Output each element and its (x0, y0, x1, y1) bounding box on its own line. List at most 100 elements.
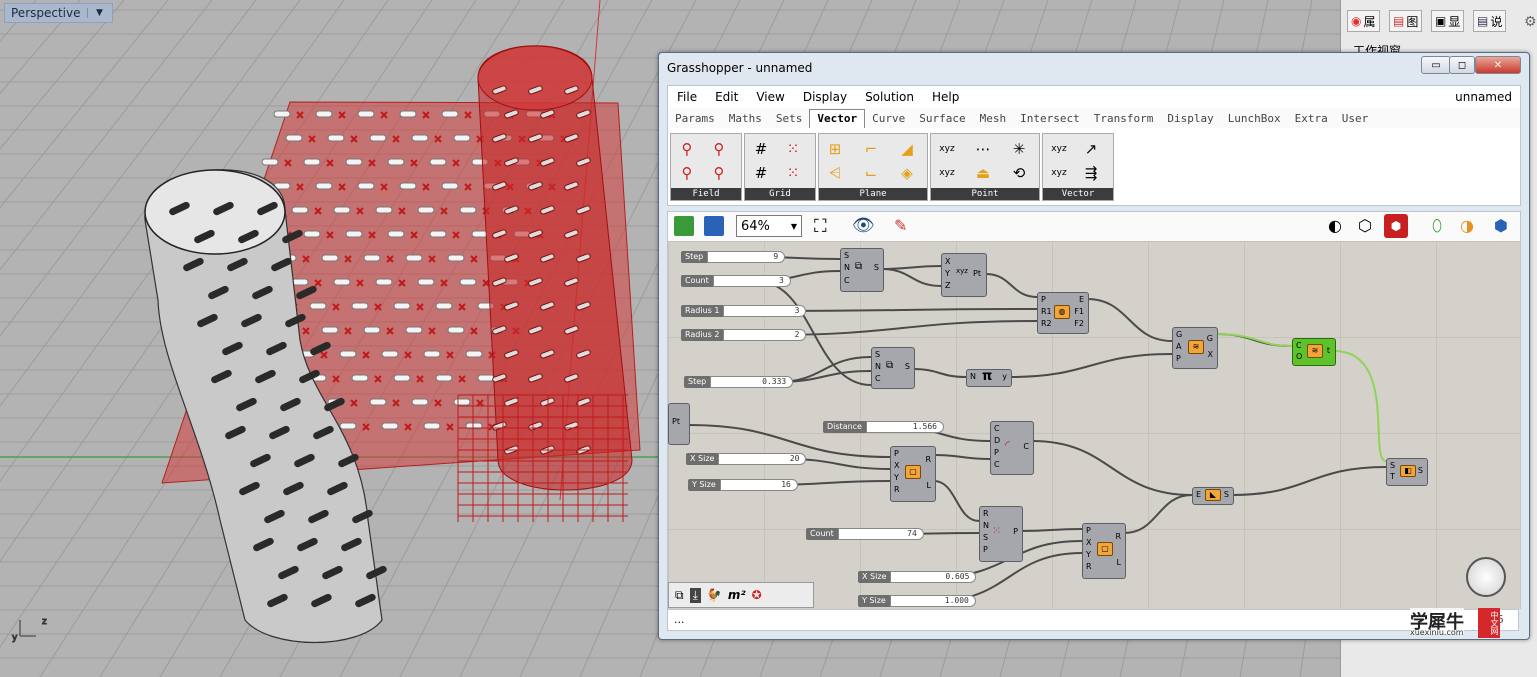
node-series-2[interactable]: S N C S ⧉ (871, 347, 915, 389)
tab-sets[interactable]: Sets (769, 110, 810, 128)
node-selected-green[interactable]: C O t ≋ (1292, 338, 1336, 366)
slider-count[interactable]: Count 3 (681, 275, 791, 287)
tab-maths[interactable]: Maths (722, 110, 769, 128)
tab-vector[interactable]: Vector (809, 109, 866, 128)
node-extrude[interactable]: E ◣ S (1192, 487, 1234, 505)
preview-mode-icon[interactable]: ⬢ (1494, 216, 1508, 235)
panel-tab-help[interactable]: ▤ 说 (1473, 10, 1507, 32)
plane-icon[interactable]: ⌙ (859, 162, 883, 184)
point-icon[interactable]: ⏏ (971, 162, 995, 184)
slider-y-size[interactable]: Y Size 16 (688, 479, 798, 491)
magnet-icon[interactable]: ⚲ (707, 162, 731, 184)
menu-edit[interactable]: Edit (706, 90, 747, 104)
vector-icon[interactable]: xyz (1047, 138, 1071, 160)
point-icon[interactable]: xyz (935, 138, 959, 160)
tab-intersect[interactable]: Intersect (1013, 110, 1087, 128)
tab-mesh[interactable]: Mesh (973, 110, 1014, 128)
random-grid-icon[interactable]: ⁙ (781, 138, 805, 160)
zoom-extents-icon[interactable]: ⛶ (814, 216, 827, 237)
plane-icon[interactable]: ⩤ (823, 162, 847, 184)
node-pi[interactable]: N π y (966, 369, 1012, 387)
tab-display[interactable]: Display (1160, 110, 1220, 128)
cluster-icon[interactable]: ⧉ (675, 588, 684, 603)
node-split-brep[interactable]: S T ◧ S (1386, 458, 1428, 486)
preview-shaded-icon[interactable]: ⬢ (1384, 214, 1408, 238)
panel-tab-properties[interactable]: ◉ 属 (1347, 10, 1380, 32)
galapagos-icon[interactable]: ✪ (752, 588, 762, 602)
slider-step-2[interactable]: Step 0.333 (684, 376, 794, 388)
plane-icon[interactable]: ◢ (895, 138, 919, 160)
tab-curve[interactable]: Curve (865, 110, 912, 128)
gear-icon[interactable]: ⚙ (1524, 14, 1537, 30)
point-icon[interactable]: ⟲ (1007, 162, 1031, 184)
tab-lunchbox[interactable]: LunchBox (1221, 110, 1288, 128)
slider-y-size-2[interactable]: Y Size 1.000 (858, 595, 976, 607)
panel-tab-display[interactable]: ▣ 显 (1431, 10, 1465, 32)
maximize-button[interactable]: ◻ (1449, 56, 1475, 74)
eye-icon[interactable]: 👁 (852, 215, 875, 236)
param-point[interactable]: Pt (668, 403, 690, 445)
menu-view[interactable]: View (747, 90, 793, 104)
vector-icon[interactable]: ↗ (1079, 138, 1103, 160)
menu-help[interactable]: Help (923, 90, 968, 104)
save-icon[interactable] (704, 216, 724, 236)
grid-icon[interactable]: # (749, 162, 773, 184)
viewport-label[interactable]: Perspective ▼ (4, 3, 113, 23)
tab-extra[interactable]: Extra (1288, 110, 1335, 128)
random-grid-icon[interactable]: ⁙ (781, 162, 805, 184)
minimize-button[interactable]: ▭ (1421, 56, 1451, 74)
slider-radius-2[interactable]: Radius 22 (681, 329, 807, 341)
tab-transform[interactable]: Transform (1087, 110, 1161, 128)
magnet-icon[interactable]: ⚲ (675, 138, 699, 160)
grasshopper-canvas[interactable]: Step 9 Count 3 Radius 13 Radius 22 Step 0.3… (667, 241, 1521, 609)
point-icon[interactable]: ✳ (1007, 138, 1031, 160)
grasshopper-window[interactable]: Grasshopper - unnamed ▭ ◻ ✕ File Edit Vi… (658, 52, 1530, 640)
menu-solution[interactable]: Solution (856, 90, 923, 104)
node-populate[interactable]: R N S P P ⁙ (979, 506, 1023, 562)
grid-icon[interactable]: # (749, 138, 773, 160)
menu-display[interactable]: Display (794, 90, 856, 104)
preview-off-icon[interactable]: ◐ (1328, 216, 1342, 235)
panel-tab-layers[interactable]: ▤ 图 (1389, 10, 1423, 32)
node-construct-point[interactable]: X Y Z Pt xyz (941, 253, 987, 297)
document-name[interactable]: unnamed (1455, 90, 1520, 104)
navigation-wheel-icon[interactable] (1466, 557, 1506, 597)
extrude-tool-icon[interactable]: 🐓 (707, 588, 722, 602)
preview-selected-icon[interactable]: ⬯ (1432, 216, 1442, 236)
vector-icon[interactable]: xyz (1047, 162, 1071, 184)
bake-icon[interactable]: ⤓ (689, 587, 701, 603)
slider-x-size[interactable]: X Size 20 (686, 453, 807, 465)
area-icon[interactable]: m² (728, 588, 746, 602)
tab-params[interactable]: Params (668, 110, 722, 128)
node-arc[interactable]: C D P C C ◜ (990, 421, 1034, 475)
node-map-to-surface[interactable]: G A P G X ≋ (1172, 327, 1218, 369)
magnet-icon[interactable]: ⚲ (675, 162, 699, 184)
open-icon[interactable] (674, 216, 694, 236)
point-icon[interactable]: ⋯ (971, 138, 995, 160)
node-series[interactable]: S N C S ⧉ (840, 248, 884, 292)
node-rectangle-2[interactable]: P X Y R R L ▢ (1082, 523, 1126, 579)
slider-distance[interactable]: Distance 1.566 (823, 421, 944, 433)
node-rectangle[interactable]: P X Y R R L ▢ (890, 446, 936, 502)
magnet-icon[interactable]: ⚲ (707, 138, 731, 160)
slider-radius-1[interactable]: Radius 13 (681, 305, 807, 317)
chevron-down-icon[interactable]: ▼ (86, 8, 112, 18)
sketch-icon[interactable]: ✎ (894, 216, 907, 235)
tab-surface[interactable]: Surface (912, 110, 972, 128)
axis-z-label: z (42, 617, 47, 627)
point-icon[interactable]: xyz (935, 162, 959, 184)
node-cylinder[interactable]: P R1 R2 E F1 F2 ◍ (1037, 292, 1089, 334)
preview-material-icon[interactable]: ◑ (1460, 216, 1474, 235)
slider-count-2[interactable]: Count 74 (806, 528, 924, 540)
slider-step[interactable]: Step 9 (681, 251, 786, 263)
plane-icon[interactable]: ⊞ (823, 138, 847, 160)
preview-wire-icon[interactable]: ⬡ (1358, 216, 1372, 235)
vector-icon[interactable]: ⇶ (1079, 162, 1103, 184)
zoom-dropdown[interactable]: 64% ▼ (736, 215, 802, 237)
tab-user[interactable]: User (1335, 110, 1376, 128)
slider-x-size-2[interactable]: X Size 0.605 (858, 571, 977, 583)
plane-icon[interactable]: ⌐ (859, 138, 883, 160)
close-button[interactable]: ✕ (1475, 56, 1521, 74)
plane-icon[interactable]: ◈ (895, 162, 919, 184)
menu-file[interactable]: File (668, 90, 706, 104)
